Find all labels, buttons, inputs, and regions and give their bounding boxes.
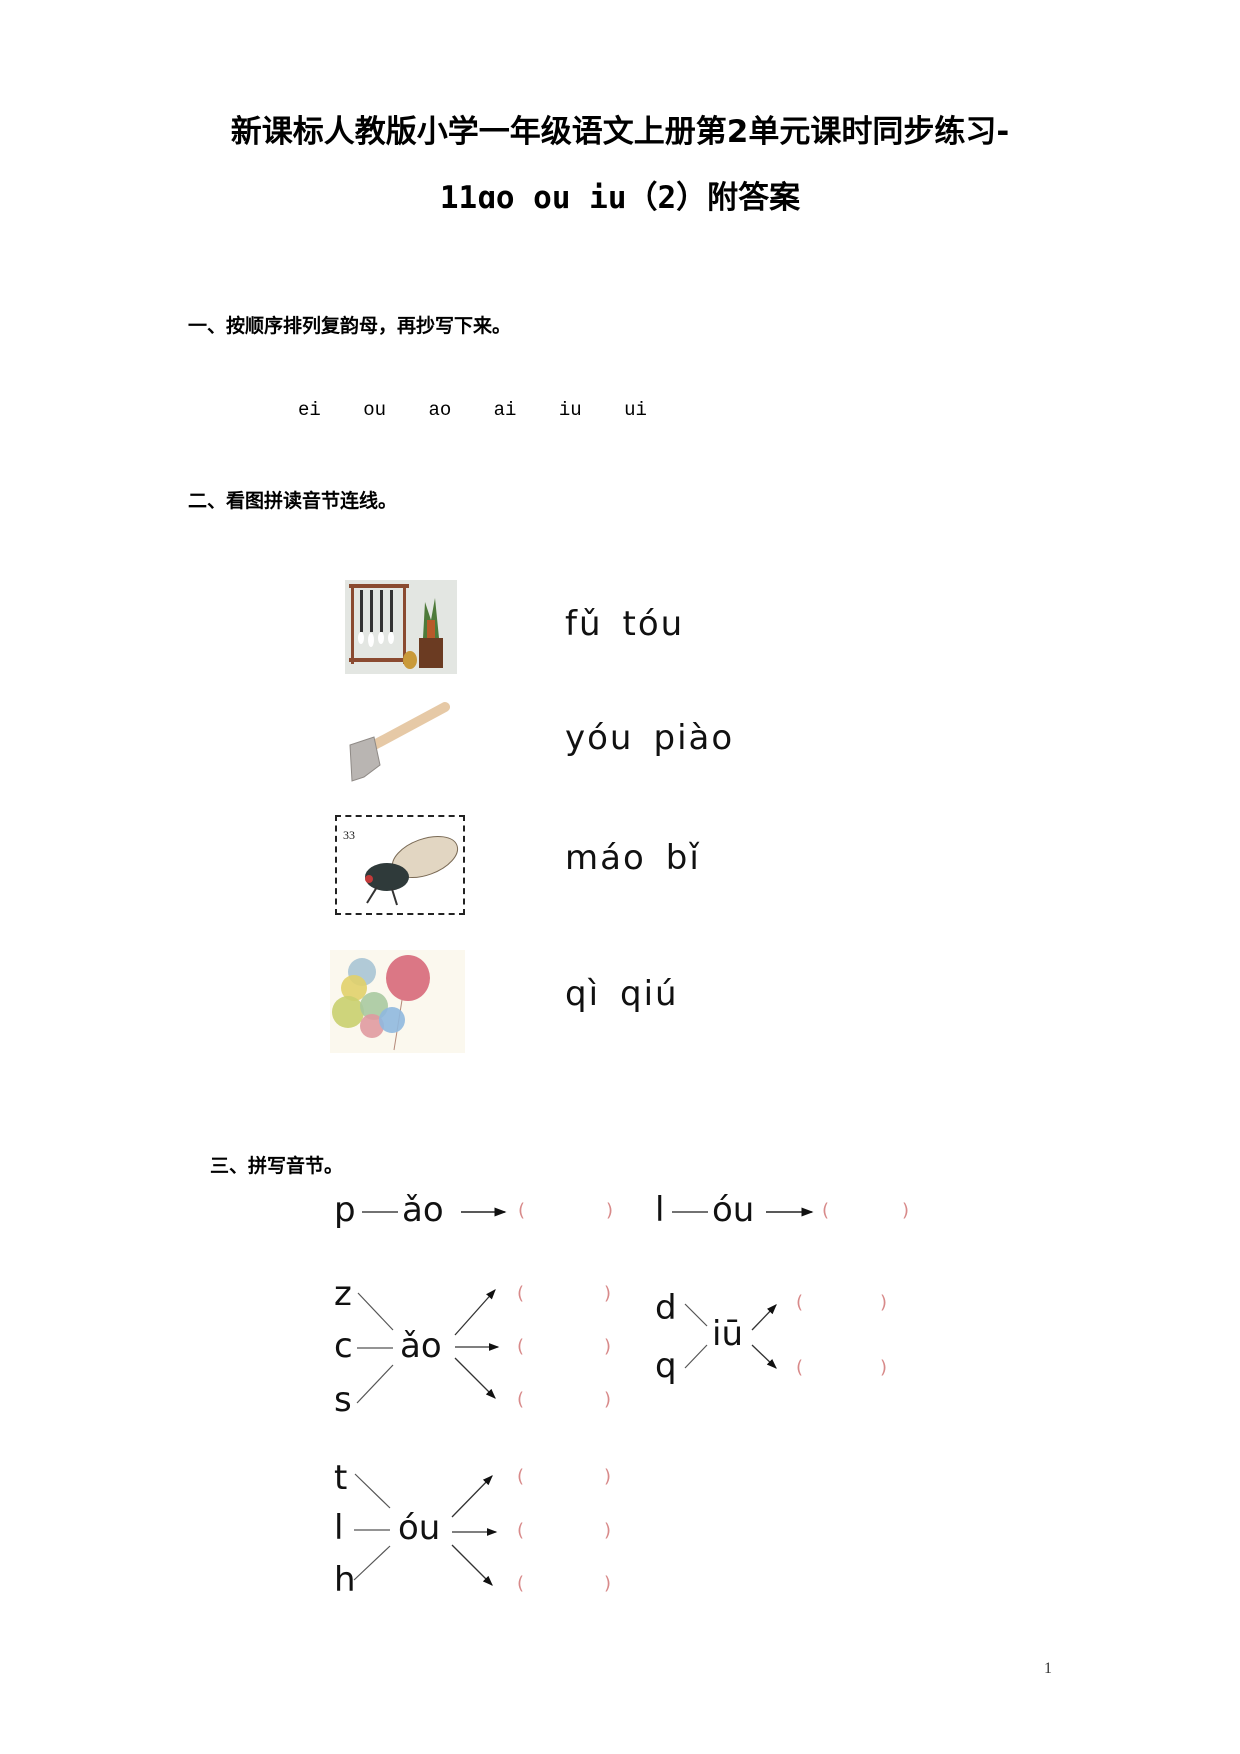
answer-bracket-close: )	[902, 1200, 910, 1221]
arrow-down-right	[751, 1344, 777, 1369]
arrow-up-right	[454, 1289, 496, 1336]
page-number: 1	[1044, 1660, 1052, 1677]
answer-blank[interactable]	[530, 1196, 600, 1224]
final-syllable: óu	[398, 1508, 441, 1548]
arrow-down-right	[451, 1544, 493, 1586]
answer-blank[interactable]	[529, 1385, 599, 1413]
answer-bracket-open: (	[517, 1466, 525, 1487]
answer-bracket-open: (	[796, 1357, 804, 1378]
answer-bracket-open: (	[518, 1200, 526, 1221]
answer-bracket-open: (	[796, 1292, 804, 1313]
initial-letter: c	[334, 1326, 353, 1366]
arrow-up-right	[451, 1475, 493, 1518]
answer-bracket-close: )	[880, 1292, 888, 1313]
initial-letter: q	[655, 1346, 677, 1386]
final-syllable: ǎo	[402, 1190, 444, 1230]
answer-bracket-close: )	[604, 1520, 612, 1541]
answer-bracket-close: )	[880, 1357, 888, 1378]
answer-bracket-open: (	[517, 1520, 525, 1541]
answer-blank[interactable]	[529, 1516, 599, 1544]
answer-blank[interactable]	[529, 1462, 599, 1490]
final-syllable: iū	[712, 1314, 743, 1354]
initial-letter: l	[655, 1190, 665, 1230]
connector-line	[357, 1292, 394, 1331]
answer-bracket-close: )	[604, 1336, 612, 1357]
connector-line	[353, 1545, 391, 1581]
answer-blank[interactable]	[808, 1353, 874, 1381]
initial-letter: z	[334, 1274, 352, 1314]
answer-blank[interactable]	[834, 1196, 898, 1224]
initial-letter: l	[334, 1508, 344, 1548]
connector-line	[684, 1303, 708, 1327]
answer-blank[interactable]	[529, 1569, 599, 1597]
initial-letter: p	[334, 1190, 356, 1230]
answer-bracket-close: )	[606, 1200, 614, 1221]
final-syllable: óu	[712, 1190, 755, 1230]
answer-bracket-open: (	[517, 1389, 525, 1410]
answer-bracket-close: )	[604, 1573, 612, 1594]
answer-bracket-close: )	[604, 1283, 612, 1304]
initial-letter: h	[334, 1560, 356, 1600]
answer-bracket-open: (	[517, 1573, 525, 1594]
answer-bracket-close: )	[604, 1466, 612, 1487]
answer-bracket-open: (	[517, 1336, 525, 1357]
connector-line	[354, 1473, 391, 1509]
spelling-diagram-lines	[353, 1207, 814, 1586]
initial-letter: s	[334, 1380, 352, 1420]
arrow-down-right	[454, 1357, 496, 1399]
answer-bracket-open: (	[822, 1200, 830, 1221]
final-syllable: ǎo	[400, 1326, 442, 1366]
answer-bracket-close: )	[604, 1389, 612, 1410]
answer-blank[interactable]	[529, 1332, 599, 1360]
connector-line	[684, 1344, 708, 1369]
initial-letter: t	[334, 1458, 348, 1498]
connector-line	[356, 1364, 394, 1404]
initial-letter: d	[655, 1288, 677, 1328]
arrow-up-right	[751, 1304, 777, 1331]
answer-blank[interactable]	[529, 1279, 599, 1307]
answer-blank[interactable]	[808, 1288, 874, 1316]
answer-bracket-open: (	[517, 1283, 525, 1304]
